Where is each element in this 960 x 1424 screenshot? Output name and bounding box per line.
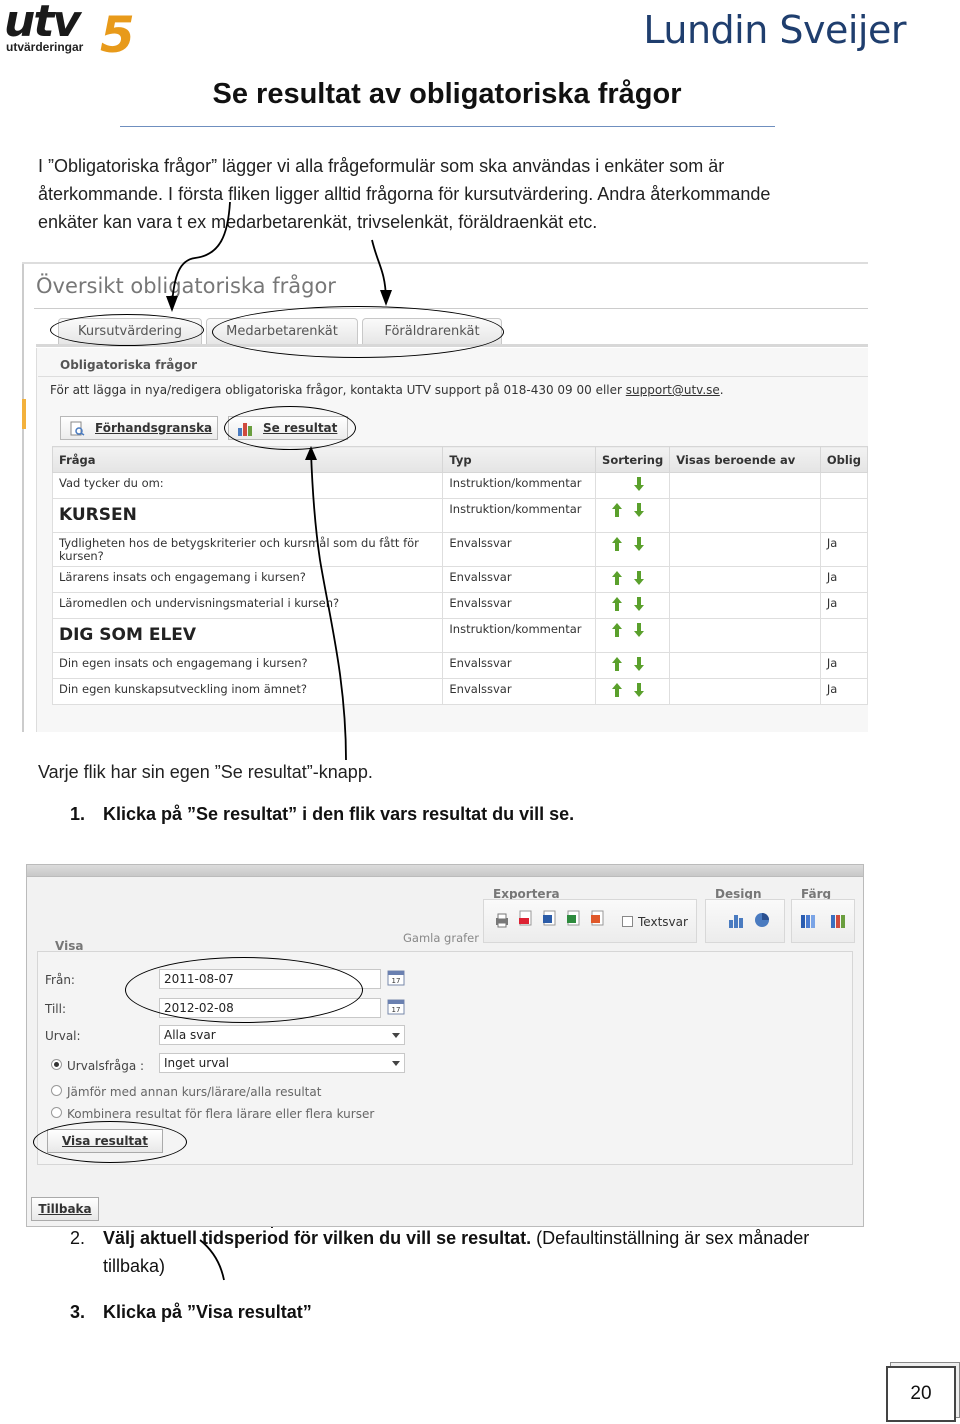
annotation-ellipse xyxy=(33,1121,187,1163)
svg-text:17: 17 xyxy=(392,1006,401,1014)
design-toolbar xyxy=(705,899,785,943)
step-number: 2. xyxy=(70,1228,86,1248)
step-text-bold: Välj aktuell tidsperiod för vilken du vi… xyxy=(103,1228,532,1248)
calendar-icon[interactable]: 17 xyxy=(387,969,405,986)
page-number: 20 xyxy=(886,1366,956,1422)
multicolor-palette-icon[interactable] xyxy=(830,912,846,928)
step-text-normal: (Defaultinställning är sex månader xyxy=(531,1228,810,1248)
step-number: 1. xyxy=(70,804,86,824)
svg-text:17: 17 xyxy=(392,977,401,985)
step-number: 3. xyxy=(70,1302,86,1322)
window-topbar xyxy=(27,865,863,877)
step-text-line2: tillbaka) xyxy=(103,1256,166,1276)
step-text: Välj aktuell tidsperiod för vilken du vi… xyxy=(103,1228,809,1249)
step-text: Klicka på ”Se resultat” i den flik vars … xyxy=(103,804,575,824)
textsvar-label: Textsvar xyxy=(638,915,688,929)
selection-question-label: Urvalsfråga : xyxy=(67,1059,145,1073)
word-icon[interactable] xyxy=(542,910,558,926)
back-button[interactable]: Tillbaka xyxy=(31,1197,99,1221)
chevron-down-icon xyxy=(392,1033,400,1038)
blue-palette-icon[interactable] xyxy=(800,912,816,928)
to-label: Till: xyxy=(45,1002,67,1016)
chevron-down-icon xyxy=(392,1061,400,1066)
combine-label: Kombinera resultat för flera lärare elle… xyxy=(67,1107,375,1121)
radio-compare[interactable] xyxy=(51,1085,62,1096)
selection-label: Urval: xyxy=(45,1029,81,1043)
compare-label: Jämför med annan kurs/lärare/alla result… xyxy=(67,1085,322,1099)
radio-combine[interactable] xyxy=(51,1107,62,1118)
selection-question-value: Inget urval xyxy=(164,1056,229,1070)
print-icon[interactable] xyxy=(494,912,510,928)
results-settings-screenshot: Exportera Textsvar Design Färg Gamla gra… xyxy=(26,864,864,1227)
export-toolbar: Textsvar xyxy=(483,899,697,943)
bar-design-icon[interactable] xyxy=(728,912,744,928)
pdf-icon[interactable] xyxy=(518,910,534,926)
step-2: 2. Välj aktuell tidsperiod för vilken du… xyxy=(0,1228,960,1284)
powerpoint-icon[interactable] xyxy=(590,910,606,926)
step-text: Klicka på ”Visa resultat” xyxy=(103,1302,312,1322)
color-toolbar xyxy=(791,899,855,943)
old-charts-link[interactable]: Gamla grafer xyxy=(403,931,479,945)
step-3: 3. Klicka på ”Visa resultat” xyxy=(0,1302,960,1330)
from-label: Från: xyxy=(45,973,75,987)
pie-design-icon[interactable] xyxy=(754,912,770,928)
selection-question-dropdown[interactable]: Inget urval xyxy=(159,1053,405,1073)
visa-legend: Visa xyxy=(55,939,84,953)
textsvar-checkbox[interactable] xyxy=(622,916,633,927)
excel-icon[interactable] xyxy=(566,910,582,926)
caption-text: Varje flik har sin egen ”Se resultat”-kn… xyxy=(38,762,373,782)
calendar-icon[interactable]: 17 xyxy=(387,998,405,1015)
selection-dropdown[interactable]: Alla svar xyxy=(159,1025,405,1045)
radio-selection-question[interactable] xyxy=(51,1059,62,1070)
annotation-ellipse xyxy=(125,957,363,1023)
step-1: 1. Klicka på ”Se resultat” i den flik va… xyxy=(0,804,960,832)
selection-value: Alla svar xyxy=(164,1028,216,1042)
